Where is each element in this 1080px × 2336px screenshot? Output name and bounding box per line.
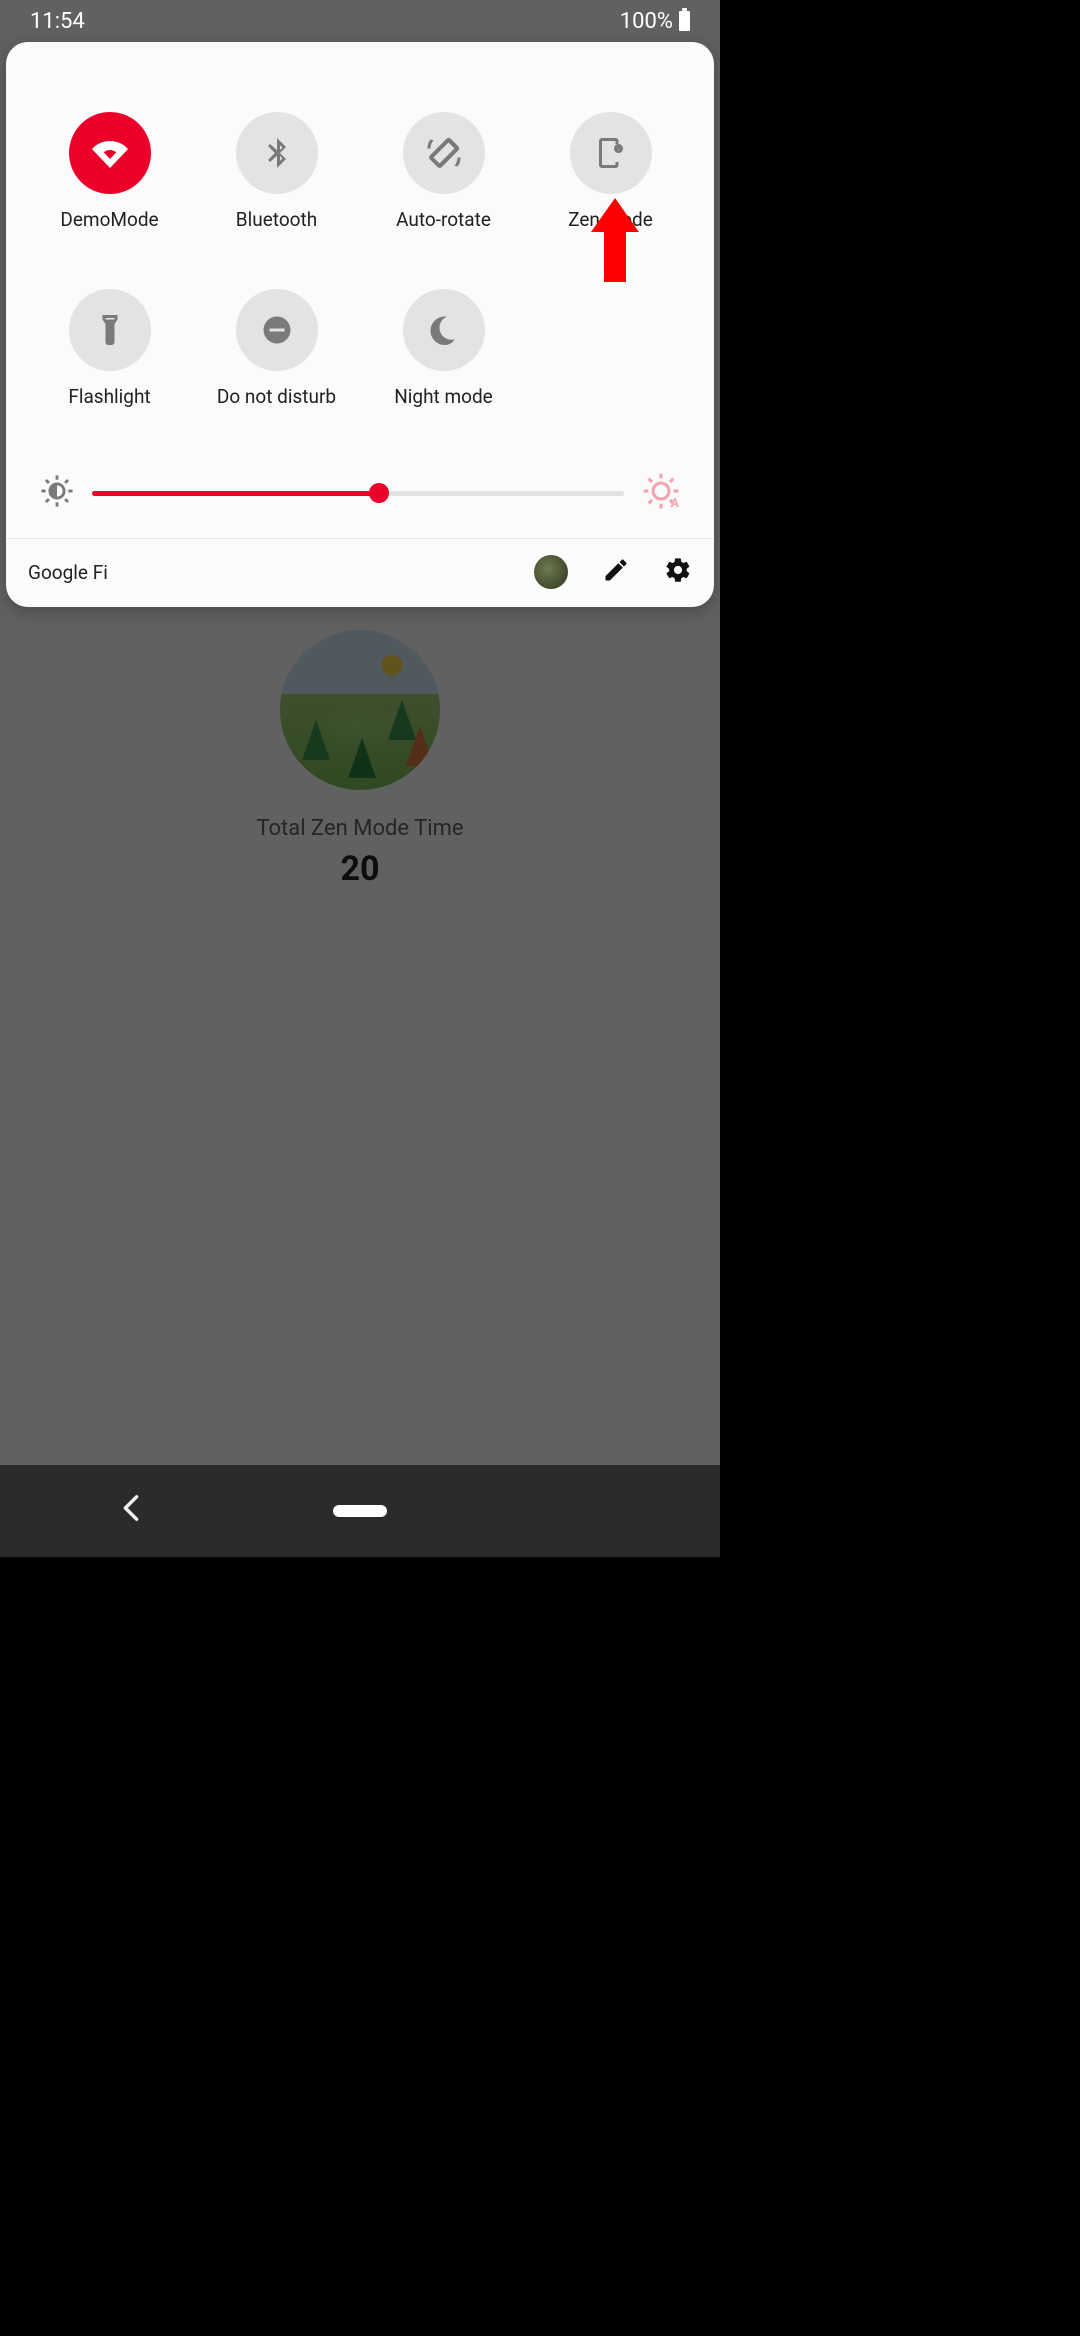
bluetooth-icon <box>236 112 318 194</box>
dnd-tile[interactable]: Do not disturb <box>193 289 360 408</box>
nav-home-pill[interactable] <box>333 1505 387 1517</box>
edit-tiles-button[interactable] <box>602 556 630 588</box>
bluetooth-tile[interactable]: Bluetooth <box>193 112 360 231</box>
flashlight-tile-label: Flashlight <box>68 385 150 408</box>
battery-icon <box>679 11 690 31</box>
navigation-bar <box>0 1465 720 1557</box>
carrier-label: Google Fi <box>28 561 108 584</box>
auto-rotate-icon <box>403 112 485 194</box>
night-mode-tile-label: Night mode <box>394 385 493 408</box>
status-time: 11:54 <box>30 9 85 34</box>
brightness-low-icon <box>40 474 74 512</box>
quick-settings-panel: DemoMode Bluetooth Auto-rotate Zen Mode <box>6 42 714 607</box>
status-bar: 11:54 100% <box>0 0 720 42</box>
status-battery-pct: 100% <box>620 9 673 34</box>
wifi-tile[interactable]: DemoMode <box>26 112 193 231</box>
annotation-arrow <box>593 198 637 288</box>
svg-text:A: A <box>671 496 680 510</box>
auto-rotate-tile[interactable]: Auto-rotate <box>360 112 527 231</box>
dnd-icon <box>236 289 318 371</box>
night-mode-icon <box>403 289 485 371</box>
dnd-tile-label: Do not disturb <box>217 385 336 408</box>
settings-button[interactable] <box>664 556 692 588</box>
nav-back-button[interactable] <box>122 1494 140 1529</box>
auto-brightness-toggle[interactable]: A <box>642 472 680 514</box>
zen-mode-icon <box>570 112 652 194</box>
bluetooth-tile-label: Bluetooth <box>236 208 317 231</box>
auto-rotate-tile-label: Auto-rotate <box>396 208 491 231</box>
wifi-icon <box>69 112 151 194</box>
wifi-tile-label: DemoMode <box>60 208 158 231</box>
night-mode-tile[interactable]: Night mode <box>360 289 527 408</box>
brightness-slider[interactable] <box>92 473 624 513</box>
flashlight-icon <box>69 289 151 371</box>
flashlight-tile[interactable]: Flashlight <box>26 289 193 408</box>
user-avatar-button[interactable] <box>534 555 568 589</box>
